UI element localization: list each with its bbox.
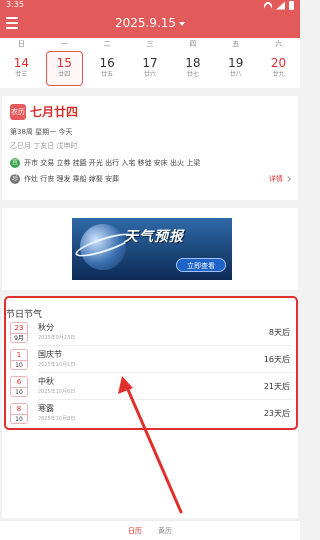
caret-down-icon [179,21,186,26]
week-header: 日 一 二 三 四 五 六 [0,38,300,50]
day-cell[interactable]: 18 廿七 [171,50,214,88]
day-lunar: 廿九 [272,71,285,78]
detail-label: 详情 [269,175,283,183]
bottom-nav: 日历 黄历 [0,520,300,540]
day-number: 19 [228,56,244,70]
weekday-label: 四 [189,40,197,48]
weekday-label: 一 [60,40,68,48]
day-cell[interactable]: 17 廿六 [129,50,172,88]
banner-title: 天气预报 [124,229,184,245]
banner-section: 天气预报 立即查看 [2,208,298,290]
suitable-icon: 宜 [10,157,20,168]
lunar-date-title: 七月廿四 [30,105,79,119]
day-lunar: 廿七 [186,71,199,78]
current-date: 2025.9.15 [114,16,177,30]
weekday-label: 六 [275,40,283,48]
status-icons [262,0,294,12]
status-bar: 3:35 [0,0,300,12]
day-lunar: 廿四 [58,71,71,78]
wifi-icon [262,0,274,12]
day-number: 14 [13,56,30,70]
lunar-badge: 农历 [10,104,26,120]
date-selector[interactable]: 2025.9.15 [0,16,300,30]
day-cell-selected[interactable]: 15 廿四 [45,51,83,86]
weather-banner[interactable]: 天气预报 立即查看 [72,218,232,280]
suitable-line: 宜 开市 交易 立券 挂匾 开光 出行 入宅 移徙 安床 出火 上梁 [10,157,200,168]
day-cell[interactable]: 14 廿三 [0,50,43,88]
almanac-card: 农历 七月廿四 第38周 星期一 今天 乙巳月 丁亥日 戊申时 宜 开市 交易 … [2,96,298,200]
day-number: 20 [270,56,287,70]
day-cell[interactable]: 16 廿五 [86,50,129,88]
weekday-label: 三 [146,40,154,48]
day-lunar: 廿八 [229,71,242,78]
weekday-label: 五 [232,40,240,48]
tab-almanac[interactable]: 黄历 [158,526,172,536]
view-now-button[interactable]: 立即查看 [176,258,226,272]
avoid-icon: 忌 [10,173,20,184]
avoid-text: 作灶 行丧 理发 乘船 嫁娶 安葬 [24,174,120,183]
day-lunar: 廿五 [101,71,114,78]
suitable-text: 开市 交易 立券 挂匾 开光 出行 入宅 移徙 安床 出火 上梁 [24,158,201,167]
week-days: 14 廿三 15 廿四 16 廿五 17 廿六 18 廿七 19 廿八 20 廿… [0,50,300,88]
avoid-line: 忌 作灶 行丧 理发 乘船 嫁娶 安葬 [10,173,119,184]
day-number: 18 [185,56,201,70]
status-time: 3:35 [6,0,24,9]
weekday-label: 二 [103,40,111,48]
tab-calendar[interactable]: 日历 [128,526,142,536]
day-lunar: 廿六 [143,71,156,78]
weekday-label: 日 [17,40,25,48]
detail-link[interactable]: 详情 [269,174,291,184]
day-number: 16 [99,56,115,70]
signal-icon [276,1,285,10]
day-number: 15 [56,56,72,70]
chevron-right-icon [285,176,291,182]
battery-icon [289,1,294,10]
day-cell[interactable]: 20 廿九 [257,50,300,88]
day-number: 17 [142,56,158,70]
top-bar: 2025.9.15 [0,12,300,36]
day-lunar: 廿三 [15,71,28,78]
ganzhi-info: 乙巳月 丁亥日 戊申时 [10,142,78,150]
week-info: 第38周 星期一 今天 [10,128,73,136]
festival-highlight-box [4,296,298,430]
day-cell[interactable]: 19 廿八 [214,50,257,88]
